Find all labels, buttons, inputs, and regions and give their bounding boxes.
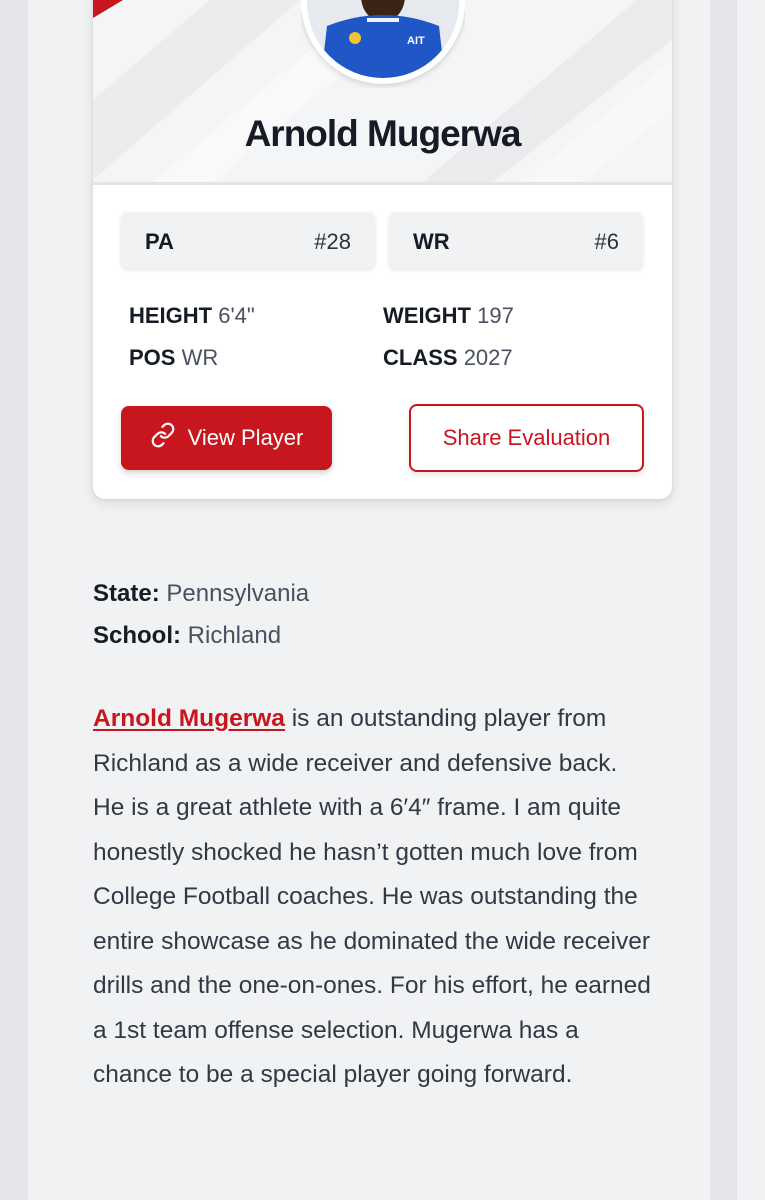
stat-height-label: HEIGHT bbox=[129, 303, 213, 328]
evaluation-article: Arnold Mugerwa is an outstanding player … bbox=[93, 697, 653, 1098]
state-value: Pennsylvania bbox=[166, 580, 310, 607]
view-player-label: View Player bbox=[187, 425, 304, 450]
stat-position: POS WR bbox=[129, 345, 218, 371]
player-profile-link[interactable]: Arnold Mugerwa bbox=[93, 705, 285, 732]
state-rank-badge: PA #28 bbox=[121, 212, 375, 268]
stat-weight-value: 197 bbox=[477, 303, 514, 328]
school-label: School: bbox=[93, 622, 181, 649]
state-rank-value: #28 bbox=[314, 229, 351, 254]
corner-ribbon bbox=[93, 0, 123, 18]
stat-class: CLASS 2027 bbox=[383, 345, 513, 371]
page-margin-right bbox=[737, 0, 765, 1200]
stat-weight-label: WEIGHT bbox=[383, 303, 471, 328]
state-label: State: bbox=[93, 580, 160, 607]
stat-weight: WEIGHT 197 bbox=[383, 303, 514, 329]
state-rank-label: PA bbox=[145, 229, 174, 254]
player-card: AIT Arnold Mugerwa PA #28 WR #6 HEIGHT 6… bbox=[93, 0, 672, 499]
view-player-button[interactable]: View Player bbox=[121, 406, 332, 470]
position-rank-value: #6 bbox=[594, 229, 619, 254]
stat-position-value: WR bbox=[181, 345, 219, 370]
share-evaluation-label: Share Evaluation bbox=[442, 425, 611, 450]
evaluation-text: is an outstanding player from Richland a… bbox=[93, 705, 651, 1088]
stat-position-label: POS bbox=[129, 345, 176, 370]
stat-height: HEIGHT 6'4" bbox=[129, 303, 255, 329]
position-rank-label: WR bbox=[413, 229, 450, 254]
school-value: Richland bbox=[187, 622, 282, 649]
state-info: State: Pennsylvania bbox=[93, 580, 309, 608]
link-icon bbox=[150, 422, 176, 454]
stat-class-label: CLASS bbox=[383, 345, 458, 370]
player-photo-illustration: AIT bbox=[307, 0, 459, 78]
share-evaluation-button[interactable]: Share Evaluation bbox=[409, 404, 644, 472]
avatar-photo: AIT bbox=[307, 0, 459, 78]
player-card-header: AIT Arnold Mugerwa bbox=[93, 0, 672, 185]
position-rank-badge: WR #6 bbox=[389, 212, 643, 268]
school-info: School: Richland bbox=[93, 622, 281, 650]
page-gutter-left bbox=[0, 0, 28, 1200]
stat-class-value: 2027 bbox=[463, 345, 513, 370]
stat-height-value: 6'4" bbox=[218, 303, 255, 328]
player-name: Arnold Mugerwa bbox=[244, 113, 522, 154]
player-avatar: AIT bbox=[301, 0, 465, 88]
svg-text:AIT: AIT bbox=[407, 35, 425, 47]
